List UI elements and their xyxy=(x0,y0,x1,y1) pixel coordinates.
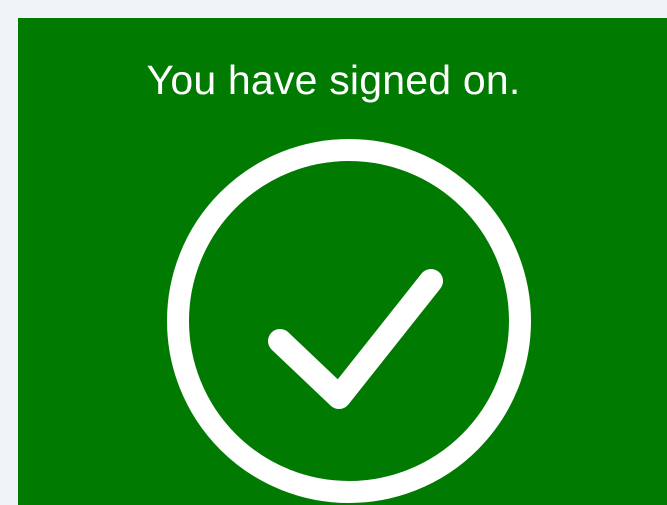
checkmark-icon xyxy=(268,269,443,409)
circle-outline xyxy=(167,139,531,503)
check-circle-icon xyxy=(167,139,531,503)
sign-on-confirmation-panel: You have signed on. xyxy=(18,18,667,505)
confirmation-message: You have signed on. xyxy=(146,57,521,103)
